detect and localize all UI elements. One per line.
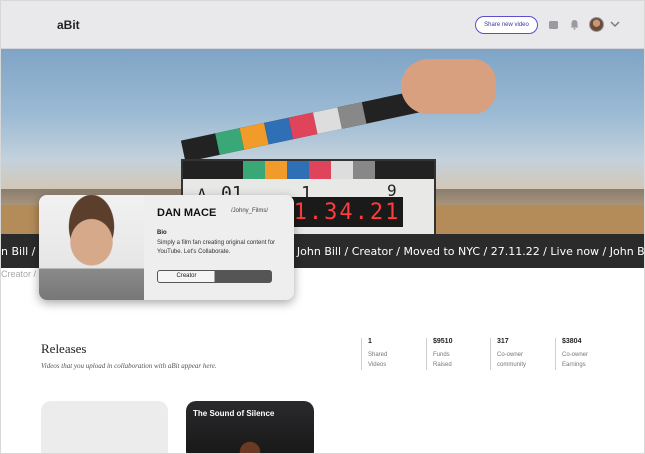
- stat-value: 317: [497, 338, 509, 345]
- role-label: Creator: [176, 273, 197, 279]
- chevron-down-icon[interactable]: [610, 21, 620, 28]
- stat-shared-videos: 1 Shared Videos: [361, 338, 400, 370]
- profile-card: DAN MACE /Johny_Films/ Bio Simply a film…: [39, 195, 294, 300]
- profile-name: DAN MACE: [157, 207, 217, 219]
- stat-funds-raised: $9510 Funds Raised: [426, 338, 461, 370]
- stat-co-owner-earnings: $3804 Co-owner Earnings: [555, 338, 598, 370]
- release-tile-empty[interactable]: [41, 401, 168, 453]
- role-toggle[interactable]: Creator: [157, 270, 272, 283]
- bio-heading: Bio: [157, 230, 167, 236]
- profile-handle[interactable]: /Johny_Films/: [231, 208, 268, 214]
- clapper-stripes: [183, 161, 434, 179]
- profile-photo: [39, 195, 144, 300]
- stat-label: Shared Videos: [368, 352, 388, 368]
- avatar[interactable]: [589, 17, 604, 32]
- releases-title: Releases: [41, 341, 87, 356]
- bell-icon[interactable]: [569, 19, 580, 30]
- stat-label: Co-owner Earnings: [562, 352, 589, 368]
- release-tile[interactable]: The Sound of Silence: [186, 401, 314, 453]
- share-new-video-button[interactable]: Share new video: [475, 16, 538, 34]
- page: aBit Share new video 01 1 9 1.34.21 n Bi…: [0, 0, 645, 454]
- stat-value: $3804: [562, 338, 582, 345]
- clapper-timecode: 1.34.21: [291, 197, 403, 227]
- stat-co-owner-community: 317 Co-owner community: [490, 338, 537, 370]
- stat-label: Co-owner community: [497, 352, 527, 368]
- ticker-faded: Creator /: [1, 269, 37, 279]
- release-title: The Sound of Silence: [193, 409, 275, 418]
- releases-subtitle: Videos that you upload in collaboration …: [41, 362, 217, 370]
- hand: [401, 59, 496, 114]
- bio-text: Simply a film fan creating original cont…: [157, 240, 276, 255]
- stat-value: 1: [368, 338, 372, 345]
- logo[interactable]: aBit: [57, 18, 80, 32]
- wallet-icon[interactable]: [548, 19, 559, 30]
- stat-value: $9510: [433, 338, 453, 345]
- top-bar: aBit Share new video: [1, 1, 644, 49]
- stat-label: Funds Raised: [433, 352, 452, 368]
